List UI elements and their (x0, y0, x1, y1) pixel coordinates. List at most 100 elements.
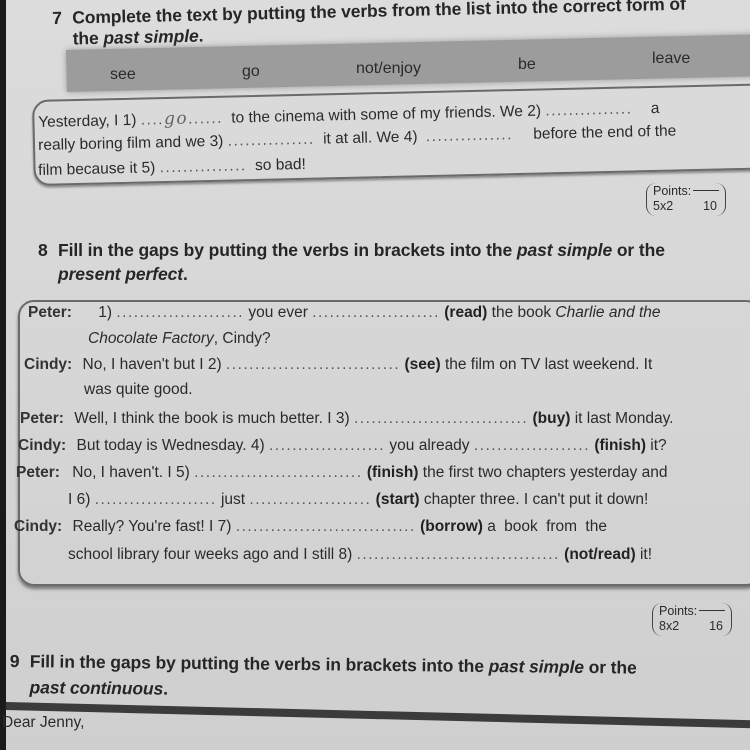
text: a (650, 99, 660, 118)
gap-1[interactable]: ...................... (116, 304, 244, 321)
handwritten-answer: go (163, 108, 189, 130)
gap-5[interactable]: ............... (159, 157, 246, 176)
speaker-label: Cindy: (18, 437, 67, 454)
gap-2[interactable]: ............... (545, 101, 632, 120)
points-formula: 8x2 (659, 619, 680, 633)
instruction-italic: present perfect (58, 264, 183, 284)
text: No, I haven't but I 2) (82, 356, 222, 373)
text: the film on TV last weekend. It (444, 356, 653, 373)
word-go: go (242, 63, 260, 80)
gap-4[interactable]: .................... (269, 437, 385, 454)
text: it last Monday. (574, 410, 674, 427)
instruction-text: the (72, 27, 104, 49)
dialogue-line-1: Peter: 1) ...................... you eve… (28, 304, 661, 322)
dialogue-line-4: was quite good. (84, 381, 193, 399)
book-title: Chocolate Factory (88, 330, 214, 347)
instruction-italic: past simple (488, 656, 585, 678)
exercise-9-instruction: 9 Fill in the gaps by putting the verbs i… (9, 648, 637, 707)
verb-hint: (see) (404, 356, 441, 373)
gap-7[interactable]: ............................... (236, 518, 416, 535)
verb-hint: (start) (375, 491, 420, 508)
word-leave: leave (652, 50, 691, 67)
text: just (220, 491, 246, 508)
score-blank (699, 610, 725, 611)
dialogue-line-6: Cindy: But today is Wednesday. 4) ......… (18, 437, 667, 455)
text: Well, I think the book is much better. I… (74, 410, 350, 427)
instruction-text: Fill in the gaps by putting the verbs in… (29, 651, 489, 677)
word-not-enjoy: not/enjoy (356, 60, 421, 77)
points-label: Points: (653, 184, 692, 198)
dialogue-line-2: Chocolate Factory, Cindy? (88, 330, 271, 348)
gap-4b[interactable]: .................... (474, 437, 590, 454)
gap-1b[interactable]: ...................... (312, 304, 440, 321)
gap-4[interactable]: ............... (426, 126, 513, 145)
worksheet-page: 7 Complete the text by putting the verbs … (2, 0, 750, 750)
verb-hint: (finish) (366, 464, 419, 481)
instruction-text: Fill in the gaps by putting the verbs in… (58, 240, 517, 260)
instruction-text: . (163, 678, 169, 699)
gap-8[interactable]: ................................... (357, 546, 560, 563)
text: really boring film and we 3) (38, 132, 224, 154)
exercise-number: 8 (38, 240, 48, 260)
dialogue-line-8: I 6) ..................... just ........… (68, 491, 648, 509)
text: Really? You're fast! I 7) (72, 518, 232, 535)
speaker-label: Peter: (20, 410, 64, 427)
text: the book (491, 304, 552, 321)
verb-hint: (finish) (594, 437, 646, 454)
letter-greeting: Dear Jenny, (2, 714, 85, 731)
word-see: see (110, 66, 136, 83)
exercise-number: 9 (9, 650, 20, 672)
points-total: 16 (709, 619, 723, 633)
gap-2[interactable]: .............................. (226, 356, 400, 373)
speaker-label: Peter: (16, 464, 60, 481)
gap-3[interactable]: .............................. (354, 410, 528, 427)
score-blank (693, 190, 719, 191)
word-be: be (518, 56, 536, 73)
text: the first two chapters yesterday and (422, 464, 668, 481)
gap-6b[interactable]: ..................... (249, 491, 371, 508)
text: But today is Wednesday. 4) (76, 437, 265, 454)
exercise-8-points: Points: 8x2 16 (652, 603, 732, 636)
instruction-italic: past continuous (29, 677, 164, 699)
instruction-text: . (182, 264, 188, 284)
verb-hint: (buy) (532, 410, 571, 427)
speaker-label: Cindy: (14, 518, 63, 535)
gap-6[interactable]: ..................... (95, 491, 217, 508)
text: you already (389, 437, 470, 454)
section-divider (5, 702, 750, 729)
gap-1[interactable]: ....go...... (141, 108, 224, 130)
gap-3[interactable]: ............... (227, 131, 314, 150)
points-label: Points: (659, 604, 698, 618)
exercise-7-points: Points: 5x2 10 (646, 183, 726, 216)
instruction-text: or the (612, 240, 665, 260)
exercise-8-instruction: 8 Fill in the gaps by putting the verbs i… (38, 238, 665, 286)
points-formula: 5x2 (653, 199, 674, 213)
instruction-italic: past simple (103, 25, 199, 48)
instruction-text: Complete the text by putting the verbs f… (71, 0, 686, 28)
text: a book from the (487, 518, 607, 535)
speaker-label: Peter: (28, 304, 72, 321)
speaker-label: Cindy: (24, 356, 73, 373)
dialogue-line-3: Cindy: No, I haven't but I 2) ..........… (24, 356, 652, 374)
text: so bad! (254, 155, 307, 175)
text: was quite good. (84, 381, 193, 398)
instruction-text: . (198, 25, 204, 46)
text: 1) (98, 304, 113, 321)
verb-hint: (not/read) (564, 546, 636, 563)
points-total: 10 (703, 199, 717, 213)
text: it at all. We 4) (322, 128, 418, 148)
dialogue-line-7: Peter: No, I haven't. I 5) .............… (16, 464, 667, 482)
text: , Cindy? (213, 330, 271, 347)
dialogue-line-10: school library four weeks ago and I stil… (68, 546, 652, 564)
verb-hint: (read) (444, 304, 488, 321)
text: it! (639, 546, 653, 563)
text: before the end of the (533, 122, 677, 143)
dialogue-line-5: Peter: Well, I think the book is much be… (20, 410, 673, 428)
text: it? (650, 437, 667, 454)
verb-hint: (borrow) (420, 518, 483, 535)
instruction-italic: past simple (516, 240, 613, 260)
instruction-text: or the (583, 657, 637, 678)
text: school library four weeks ago and I stil… (68, 546, 353, 563)
gap-5[interactable]: ............................. (194, 464, 362, 481)
text: Yesterday, I 1) (38, 111, 137, 131)
